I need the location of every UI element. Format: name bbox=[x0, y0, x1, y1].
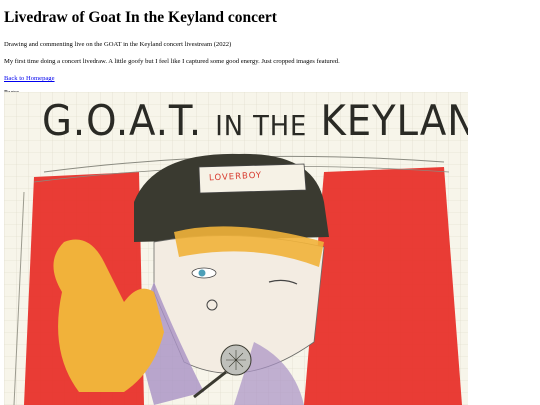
page-subtitle: Drawing and commenting live on the GOAT … bbox=[4, 41, 232, 48]
back-link-paragraph: Back to Homepage bbox=[4, 74, 536, 83]
page-content: Livedraw of Goat In the Keyland concert … bbox=[0, 0, 540, 97]
back-to-homepage-link[interactable]: Back to Homepage bbox=[4, 75, 55, 82]
page-description: My first time doing a concert livedraw. … bbox=[4, 58, 340, 65]
artwork-image: G.O.A.T. IN THE KEYLAND LOVERBOY bbox=[4, 92, 468, 405]
artwork-title: G.O.A.T. IN THE KEYLAND bbox=[42, 96, 468, 145]
page-title: Livedraw of Goat In the Keyland concert bbox=[4, 9, 277, 26]
